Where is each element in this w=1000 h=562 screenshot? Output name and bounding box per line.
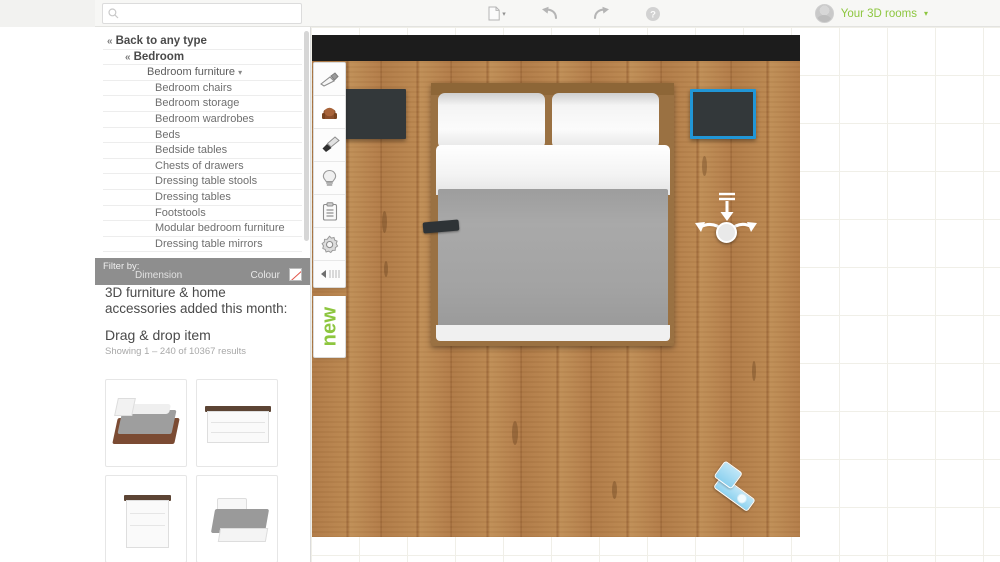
sidebar-item-modular-bedroom-furniture[interactable]: Modular bedroom furniture <box>103 221 302 237</box>
new-items-tab[interactable]: new <box>313 296 346 358</box>
promo-subtitle: Drag & drop item <box>105 327 300 343</box>
back-chevron-icon: « <box>125 52 131 63</box>
search-input[interactable] <box>123 5 301 22</box>
search-box[interactable] <box>102 3 302 24</box>
back-chevron-icon: « <box>107 36 113 47</box>
sidebar-item-label: Beds <box>155 129 180 141</box>
sidebar-item-label: Bedside tables <box>155 144 227 156</box>
pillow-left <box>438 93 545 149</box>
sidebar-item-label: Bedroom chairs <box>155 82 232 94</box>
floor-grain <box>752 361 756 381</box>
redo-icon[interactable] <box>590 3 612 25</box>
left-gutter <box>0 27 95 562</box>
chevron-down-icon: ▾ <box>238 68 242 77</box>
sidebar-item-dressing-table-stools[interactable]: Dressing table stools <box>103 174 302 190</box>
blue-fixture-object[interactable] <box>708 460 763 511</box>
sidebar-item-bedroom-furniture[interactable]: Bedroom furniture ▾ <box>103 65 302 81</box>
duvet-turndown <box>436 145 670 195</box>
thumb-art <box>126 500 169 548</box>
thumb-art <box>207 411 269 443</box>
sidebar-item-bedroom[interactable]: «Bedroom <box>103 50 302 66</box>
colour-swatch-icon[interactable] <box>289 268 302 281</box>
sidebar-item-label: Bedroom furniture <box>147 66 235 78</box>
sidebar-item-label: Dressing table stools <box>155 175 257 187</box>
sidebar-item-label: Modular bedroom furniture <box>155 222 285 234</box>
undo-icon[interactable] <box>538 3 560 25</box>
sidebar-item-bedroom-storage[interactable]: Bedroom storage <box>103 96 302 112</box>
user-menu[interactable]: Your 3D rooms ▾ <box>815 0 928 27</box>
filter-by-label: Filter by: <box>103 261 139 272</box>
user-menu-label: Your 3D rooms <box>841 8 917 20</box>
page-dropdown-icon[interactable]: ▾ <box>486 3 508 25</box>
product-thumb-chest-of-drawers[interactable] <box>105 475 187 562</box>
sidebar-item-bedroom-wardrobes[interactable]: Bedroom wardrobes <box>103 112 302 128</box>
sidebar-item-label: Bedroom <box>134 51 184 63</box>
bedside-table-left[interactable] <box>340 89 406 139</box>
category-nav: «Back to any type «Bedroom Bedroom furni… <box>95 27 310 252</box>
paint-brush-icon[interactable] <box>314 129 345 162</box>
sidebar-item-back-to-any-type[interactable]: «Back to any type <box>103 34 302 50</box>
sidebar-item-beds[interactable]: Beds <box>103 128 302 144</box>
duvet <box>438 189 668 329</box>
floor-grain <box>512 421 518 445</box>
results-count: Showing 1 – 240 of 10367 results <box>105 346 300 357</box>
sidebar-item-label: Chests of drawers <box>155 160 244 172</box>
product-thumb-wide-dresser[interactable] <box>196 379 278 467</box>
sidebar-item-bedside-tables[interactable]: Bedside tables <box>103 143 302 159</box>
filter-bar: Filter by: Dimension Colour <box>95 258 310 285</box>
help-icon[interactable]: ? <box>642 3 664 25</box>
room-walls <box>312 35 800 535</box>
sidebar-item-dressing-tables[interactable]: Dressing tables <box>103 190 302 206</box>
thumb-art <box>218 528 268 542</box>
bedside-table-right[interactable] <box>690 89 756 139</box>
furniture-icon[interactable] <box>314 96 345 129</box>
promo-title: 3D furniture & home accessories added th… <box>105 285 300 317</box>
sidebar-item-label: Bedroom storage <box>155 97 239 109</box>
wood-floor[interactable] <box>312 61 800 537</box>
toolbar-actions: ▾ ? <box>486 0 664 27</box>
svg-text:?: ? <box>650 9 656 20</box>
sidebar-scrollbar[interactable] <box>304 31 309 241</box>
sidebar-item-label: Dressing tables <box>155 191 231 203</box>
search-icon <box>103 8 123 19</box>
product-thumb-bed-storage[interactable] <box>196 475 278 562</box>
pillow-right <box>552 93 659 149</box>
new-tab-label: new <box>318 307 341 347</box>
floorplan-canvas[interactable]: ✕ ✚ mtr ft − + Take a 3D photo <box>311 27 1000 562</box>
sidebar-item-label: Bedroom wardrobes <box>155 113 254 125</box>
promo-block: 3D furniture & home accessories added th… <box>95 285 310 357</box>
sidebar-item-label: Back to any type <box>116 35 207 47</box>
chevron-down-icon: ▾ <box>924 9 928 18</box>
floor-grain <box>384 261 388 277</box>
tool-palette <box>313 62 346 288</box>
filter-dimension-button[interactable]: Dimension <box>135 270 182 281</box>
draw-wall-icon[interactable] <box>314 63 345 96</box>
floor-grain <box>702 156 707 176</box>
toolbar-left-pad <box>0 0 95 27</box>
lighting-icon[interactable] <box>314 162 345 195</box>
sidebar-item-label: Footstools <box>155 207 206 219</box>
sidebar-item-chests-of-drawers[interactable]: Chests of drawers <box>103 159 302 175</box>
avatar <box>815 4 834 23</box>
collapse-panel-icon[interactable] <box>314 261 345 287</box>
gizmo-knob[interactable] <box>716 222 737 243</box>
sidebar-item-bedroom-chairs[interactable]: Bedroom chairs <box>103 81 302 97</box>
sidebar-item-label: Dressing table mirrors <box>155 238 263 250</box>
filter-colour-button[interactable]: Colour <box>251 270 280 281</box>
catalog-sidebar: «Back to any type «Bedroom Bedroom furni… <box>95 27 311 562</box>
sidebar-item-footstools[interactable]: Footstools <box>103 206 302 222</box>
clipboard-list-icon[interactable] <box>314 195 345 228</box>
floor-grain <box>382 211 387 233</box>
settings-gear-icon[interactable] <box>314 228 345 261</box>
product-thumb-bed-wood[interactable] <box>105 379 187 467</box>
thumb-art <box>114 398 136 416</box>
floor-grain <box>612 481 617 499</box>
product-thumbnail-grid <box>95 379 310 562</box>
move-rotate-gizmo[interactable] <box>694 191 758 251</box>
duvet-foot <box>436 325 670 341</box>
top-toolbar: ▾ ? Your 3D rooms ▾ <box>0 0 1000 27</box>
sidebar-item-dressing-table-mirrors[interactable]: Dressing table mirrors <box>103 237 302 253</box>
chevron-down-icon: ▾ <box>502 10 506 18</box>
